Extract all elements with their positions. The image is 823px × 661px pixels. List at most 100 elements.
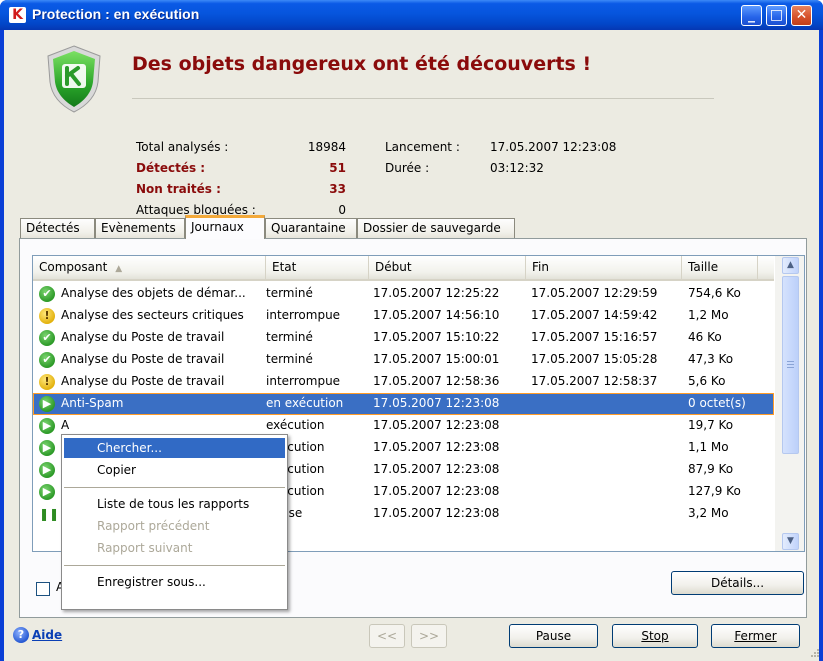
close-icon: ✕ <box>795 7 808 23</box>
vertical-scrollbar[interactable]: ▲ ▼ <box>775 256 804 551</box>
warning-circle-icon: ! <box>39 308 55 324</box>
cell-size: 47,3 Ko <box>688 352 734 366</box>
cell-state: en exécution <box>266 396 344 410</box>
cell-start: 17.05.2007 14:56:10 <box>373 308 500 322</box>
cell-size: 46 Ko <box>688 330 722 344</box>
menu-item: Rapport précédent <box>97 519 210 533</box>
cell-start: 17.05.2007 12:23:08 <box>373 506 500 520</box>
title-bar[interactable]: K Protection : en exécution _ □ ✕ <box>0 0 823 30</box>
play-circle-icon: ▶ <box>39 396 55 412</box>
cell-start: 17.05.2007 15:00:01 <box>373 352 500 366</box>
resize-grip-icon[interactable] <box>810 648 820 658</box>
cell-component: A <box>61 418 70 432</box>
header-divider <box>132 98 714 99</box>
close-button[interactable]: ✕ <box>791 5 812 26</box>
cell-start: 17.05.2007 12:23:08 <box>373 440 500 454</box>
cell-component: Anti-Spam <box>61 396 124 410</box>
show-checkbox[interactable] <box>36 582 50 596</box>
column-header-etat[interactable]: Etat <box>266 256 369 279</box>
cell-state: terminé <box>266 352 313 366</box>
scroll-thumb[interactable] <box>782 276 799 454</box>
cell-size: 754,6 Ko <box>688 286 741 300</box>
column-header-debut[interactable]: Début <box>369 256 526 279</box>
untreated-label: Non traités : <box>136 182 221 196</box>
menu-item[interactable]: Chercher... <box>64 438 285 458</box>
cell-component: Analyse du Poste de travail <box>61 374 225 388</box>
cell-size: 87,9 Ko <box>688 462 734 476</box>
help-link[interactable]: Aide <box>32 628 62 642</box>
table-row[interactable]: ! Analyse du Poste de travail interrompue 1… <box>33 371 774 393</box>
column-header-composant[interactable]: Composant ▲ <box>33 256 266 279</box>
cell-state: interrompue <box>266 374 341 388</box>
tab-quarantaine[interactable]: Quarantaine <box>265 218 357 238</box>
cell-state: exécution <box>266 418 325 432</box>
cell-size: 19,7 Ko <box>688 418 734 432</box>
cell-component: Analyse du Poste de travail <box>61 330 225 344</box>
cell-size: 1,2 Mo <box>688 308 729 322</box>
shield-icon <box>47 45 101 113</box>
sort-ascending-icon: ▲ <box>115 264 123 274</box>
context-menu: Chercher... Copier Liste de tous les rappo… <box>61 434 288 610</box>
scroll-up-arrow-icon[interactable]: ▲ <box>782 257 799 274</box>
cell-end: 17.05.2007 12:29:59 <box>531 286 658 300</box>
cell-start: 17.05.2007 12:23:08 <box>373 462 500 476</box>
play-circle-icon: ▶ <box>39 418 55 434</box>
scroll-down-arrow-icon[interactable]: ▼ <box>782 533 799 550</box>
launch-value: 17.05.2007 12:23:08 <box>490 140 617 154</box>
detected-label: Détectés : <box>136 161 206 175</box>
cell-size: 5,6 Ko <box>688 374 726 388</box>
thumb-grip <box>787 367 794 368</box>
table-row[interactable]: ✔ Analyse des objets de démar... terminé 17… <box>33 283 774 305</box>
maximize-icon: □ <box>769 7 784 23</box>
column-label: Composant <box>39 260 108 274</box>
pause-button[interactable]: Pause <box>509 624 598 648</box>
minimize-button[interactable]: _ <box>741 5 762 26</box>
cell-state: terminé <box>266 286 313 300</box>
column-header-fin[interactable]: Fin <box>526 256 682 279</box>
maximize-button[interactable]: □ <box>766 5 787 26</box>
details-button[interactable]: Détails... <box>671 571 804 595</box>
menu-item[interactable]: Enregistrer sous... <box>64 572 285 592</box>
warning-circle-icon: ! <box>39 374 55 390</box>
cell-start: 17.05.2007 12:25:22 <box>373 286 500 300</box>
total-analysed-value: 18984 <box>307 140 346 154</box>
help-icon[interactable]: ? <box>13 627 29 643</box>
detected-value: 51 <box>329 161 346 175</box>
menu-item[interactable]: Copier <box>64 460 285 480</box>
tab-evenements[interactable]: Evènements <box>95 218 185 238</box>
tab-detectes[interactable]: Détectés <box>20 218 95 238</box>
duration-label: Durée : <box>385 161 430 175</box>
tab-journaux[interactable]: Journaux <box>185 215 265 239</box>
cell-end: 17.05.2007 15:05:28 <box>531 352 658 366</box>
cell-start: 17.05.2007 12:23:08 <box>373 418 500 432</box>
pause-icon: ❚❚ <box>39 507 60 521</box>
stop-button[interactable]: Stop <box>612 624 698 648</box>
previous-report-button[interactable]: << <box>369 624 405 648</box>
cell-size: 3,2 Mo <box>688 506 729 520</box>
kaspersky-logo-icon: K <box>9 7 26 23</box>
cell-start: 17.05.2007 15:10:22 <box>373 330 500 344</box>
cell-size: 127,9 Ko <box>688 484 741 498</box>
menu-item: Rapport suivant <box>97 541 193 555</box>
tab-strip: Détectés Evènements Journaux Quarantaine… <box>0 214 815 239</box>
launch-label: Lancement : <box>385 140 460 154</box>
thumb-grip <box>787 361 794 362</box>
duration-value: 03:12:32 <box>490 161 544 175</box>
next-report-button[interactable]: >> <box>411 624 447 648</box>
table-row[interactable]: ▶ Anti-Spam en exécution 17.05.2007 12:23:0… <box>33 393 774 415</box>
cell-size: 0 octet(s) <box>688 396 746 410</box>
check-circle-icon: ✔ <box>39 330 55 346</box>
tab-dossier-sauvegarde[interactable]: Dossier de sauvegarde <box>357 218 515 238</box>
column-header-taille[interactable]: Taille <box>682 256 758 279</box>
close-window-button[interactable]: Fermer <box>711 624 800 648</box>
cell-end: 17.05.2007 14:59:42 <box>531 308 658 322</box>
cell-end: 17.05.2007 15:16:57 <box>531 330 658 344</box>
headline: Des objets dangereux ont été découverts … <box>132 53 592 75</box>
table-row[interactable]: ✔ Analyse du Poste de travail terminé 17.05… <box>33 327 774 349</box>
menu-item[interactable]: Liste de tous les rapports <box>64 494 285 514</box>
play-circle-icon: ▶ <box>39 440 55 456</box>
table-row[interactable]: ! Analyse des secteurs critiques interromp… <box>33 305 774 327</box>
play-circle-icon: ▶ <box>39 484 55 500</box>
menu-separator <box>64 565 285 566</box>
table-row[interactable]: ✔ Analyse du Poste de travail terminé 17.05… <box>33 349 774 371</box>
